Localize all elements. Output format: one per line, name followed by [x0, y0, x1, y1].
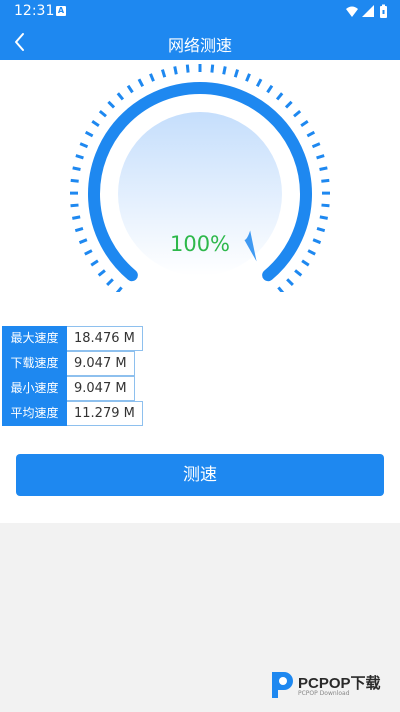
gauge-tick [210, 64, 215, 73]
gauge-tick [149, 73, 155, 82]
gauge-tick [222, 66, 227, 75]
gauge-tick [316, 154, 325, 160]
stat-row-max: 最大速度 18.476 M [2, 326, 143, 351]
watermark: PCPOP下载 PCPOP Download [268, 668, 392, 702]
gauge-tick [126, 84, 134, 94]
page-title: 网络测速 [167, 36, 232, 55]
gauge-tick [173, 66, 178, 75]
gauge-tick [233, 69, 240, 78]
gauge-tick [107, 100, 116, 109]
gauge-tick [74, 227, 84, 233]
gauge-tick [106, 278, 114, 287]
app-bar: 网络测速 [0, 24, 400, 60]
gauge-tick [319, 166, 328, 171]
gauge-tick [319, 215, 328, 220]
stat-value: 18.476 M [67, 326, 143, 351]
a-icon: A [56, 6, 66, 16]
stat-label: 平均速度 [2, 401, 67, 426]
pcpop-logo-icon [272, 672, 293, 698]
gauge-tick [160, 69, 167, 78]
gauge-tick [307, 249, 316, 256]
stat-label: 下载速度 [2, 351, 67, 376]
gauge-tick [72, 215, 81, 220]
gauge-tick [116, 92, 125, 101]
gauge-tick [84, 130, 94, 138]
stat-label: 最大速度 [2, 326, 67, 351]
gauge-tick [266, 84, 274, 94]
stat-row-min: 最小速度 9.047 M [2, 376, 143, 401]
gauge-tick [79, 142, 89, 149]
main-content: 100% 最大速度 18.476 M 下载速度 9.047 M 最小速度 9.0… [0, 60, 400, 523]
speed-gauge: 100% [70, 64, 330, 292]
gauge-tick [91, 120, 100, 128]
gauge-tick [97, 269, 106, 277]
gauge-tick [98, 109, 107, 118]
stat-row-average: 平均速度 11.279 M [2, 401, 143, 426]
status-icons [344, 4, 392, 24]
gauge-tick [275, 92, 284, 101]
gauge-tick [75, 154, 84, 160]
gauge-tick [72, 166, 81, 171]
status-time: 12:31 [14, 3, 55, 19]
gauge-tick [90, 259, 99, 267]
gauge-tick [245, 73, 251, 82]
stat-label: 最小速度 [2, 376, 67, 401]
gauge-tick [70, 178, 79, 183]
gauge-tick [137, 78, 145, 87]
gauge-tick [321, 178, 330, 183]
gauge-tick [306, 130, 316, 138]
gauge-tick [311, 142, 321, 149]
status-bar: 12:31 A [0, 0, 400, 24]
speed-test-button[interactable]: 测速 [16, 454, 384, 496]
gauge-tick [70, 203, 79, 208]
gauge-tick [286, 278, 294, 287]
gauge-tick [294, 269, 303, 277]
gauge-tick [284, 100, 293, 109]
gauge-tick [300, 120, 309, 128]
gauge-tick [78, 238, 88, 245]
stat-row-download: 下载速度 9.047 M [2, 351, 143, 376]
percent-label: 100% [169, 232, 231, 256]
gauge-tick [321, 203, 330, 208]
gauge-tick [316, 227, 326, 233]
stat-value: 9.047 M [67, 376, 135, 401]
stat-value: 9.047 M [67, 351, 135, 376]
gauge-tick [293, 109, 302, 118]
gauge-tick [312, 238, 322, 245]
gauge-tick [301, 259, 310, 267]
gauge-tick [84, 249, 93, 256]
battery-icon [380, 4, 387, 18]
gauge-tick [277, 286, 285, 292]
stat-value: 11.279 M [67, 401, 143, 426]
gauge-tick [115, 286, 123, 292]
stats-table: 最大速度 18.476 M 下载速度 9.047 M 最小速度 9.047 M … [2, 326, 143, 426]
wifi-icon [346, 6, 358, 17]
signal-icon [362, 5, 374, 17]
gauge-tick [255, 78, 263, 87]
watermark-subtext: PCPOP Download [298, 690, 350, 697]
gauge-tick [185, 64, 190, 73]
